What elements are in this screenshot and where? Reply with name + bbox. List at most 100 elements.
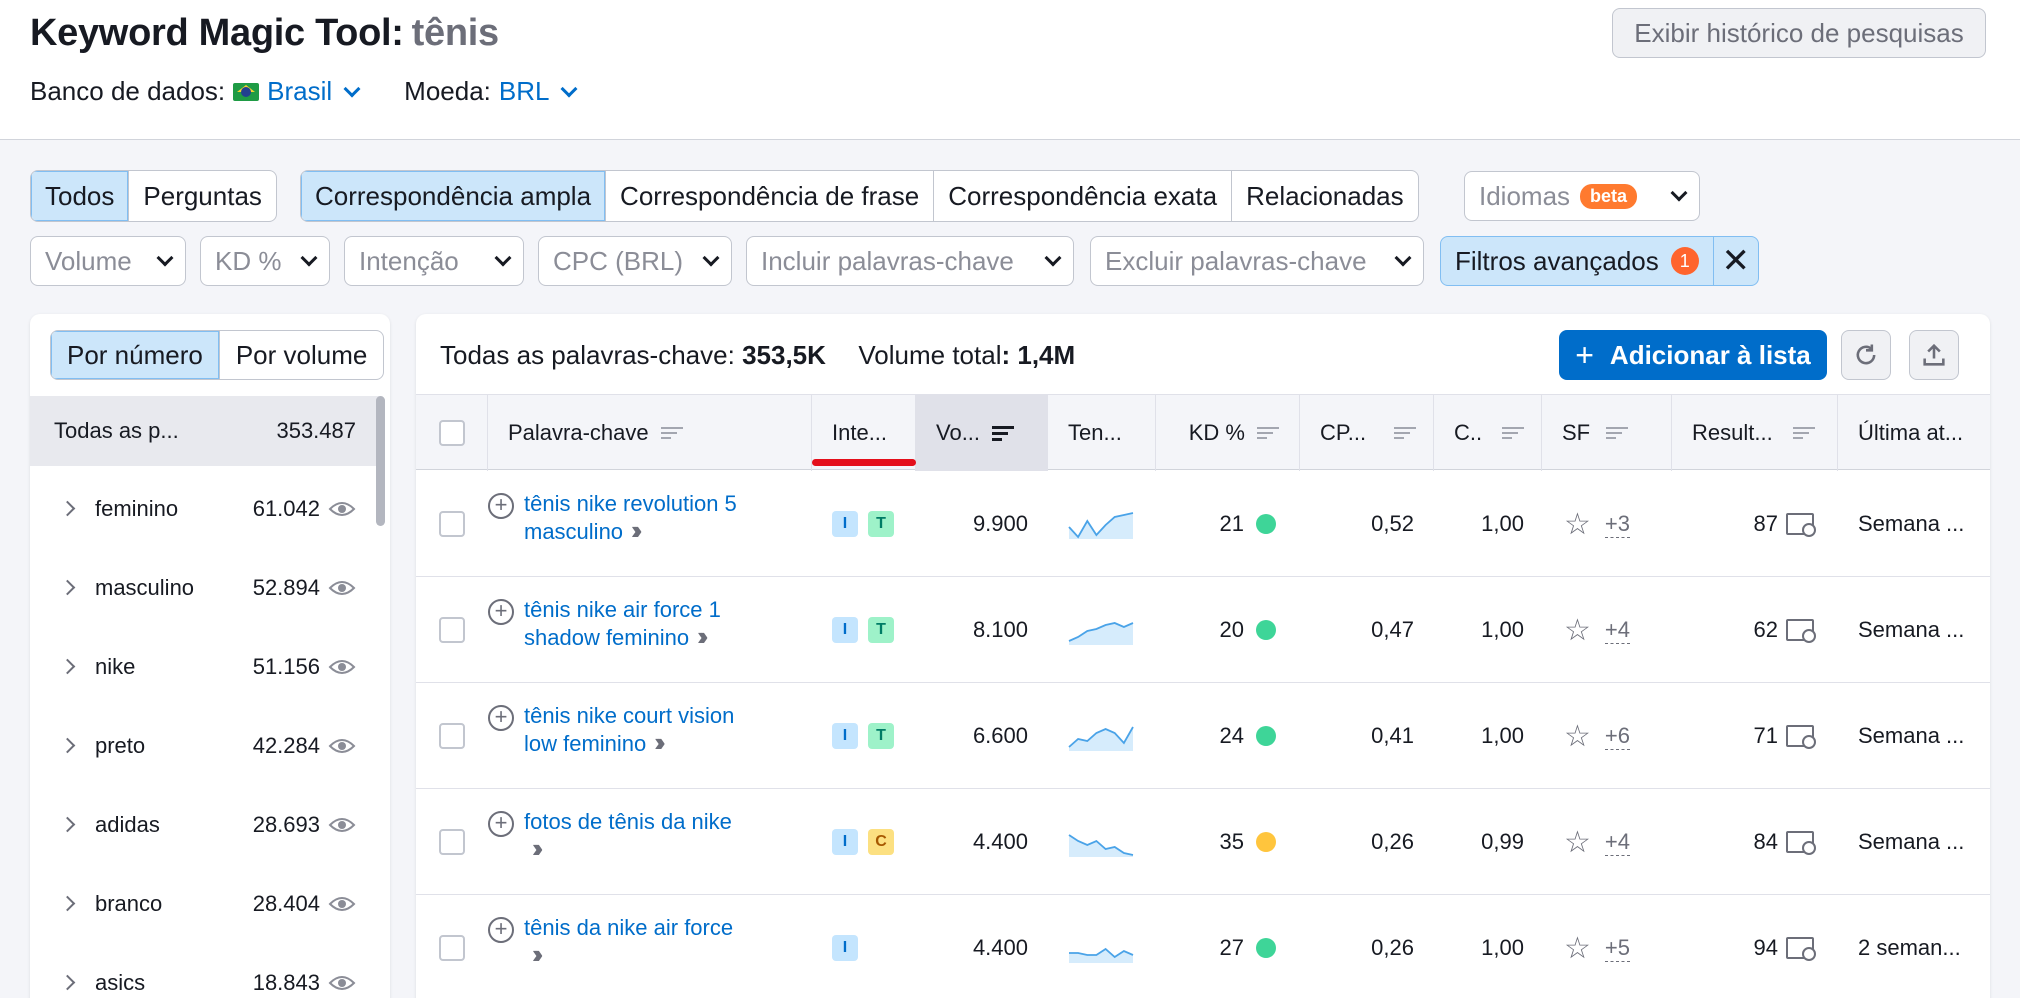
intent-filter[interactable]: Intenção [344,236,524,286]
tab-all[interactable]: Todos [31,171,130,221]
col-trend[interactable]: Ten... [1048,395,1156,471]
history-button[interactable]: Exibir histórico de pesquisas [1612,8,1986,58]
sort-by-volume[interactable]: Por volume [220,331,383,379]
serp-preview-icon[interactable] [1786,831,1816,855]
tab-questions[interactable]: Perguntas [129,171,276,221]
cpc-filter[interactable]: CPC (BRL) [538,236,732,286]
add-keyword-plus-icon[interactable]: + [488,705,514,731]
tab-broad-match[interactable]: Correspondência ampla [301,171,607,221]
col-last-update[interactable]: Última at... [1838,395,1990,471]
kd-filter[interactable]: KD % [200,236,330,286]
col-competition[interactable]: C.. [1434,395,1542,471]
group-item[interactable]: asics 18.843 [30,943,380,998]
row-select-cell [416,789,488,895]
star-icon[interactable]: ☆ [1564,507,1591,542]
add-keyword-plus-icon[interactable]: + [488,493,514,519]
group-item[interactable]: adidas 28.693 [30,785,380,864]
db-select[interactable]: Brasil [267,76,361,107]
sf-more[interactable]: +5 [1604,935,1630,962]
col-sf[interactable]: SF [1542,395,1672,471]
row-checkbox[interactable] [439,935,465,961]
eye-icon[interactable] [328,816,356,834]
chevron-right-icon[interactable] [59,500,76,517]
groups-scrollbar[interactable] [376,396,385,526]
keyword-link[interactable]: tênis nike air force 1 shadow feminino ›› [524,597,721,651]
chevron-right-icon[interactable] [59,816,76,833]
group-item[interactable]: preto 42.284 [30,706,380,785]
chevron-right-icon[interactable] [59,974,76,991]
sort-by-number[interactable]: Por número [51,331,220,379]
double-chevron-icon[interactable]: ›› [532,833,544,863]
advanced-filters-button[interactable]: Filtros avançados 1 [1441,237,1714,285]
select-all-checkbox[interactable] [438,420,465,446]
keyword-link[interactable]: tênis nike revolution 5 masculino ›› [524,491,737,545]
star-icon[interactable]: ☆ [1564,613,1591,648]
chevron-right-icon[interactable] [59,658,76,675]
row-checkbox[interactable] [439,723,465,749]
add-to-list-button[interactable]: + Adicionar à lista [1559,330,1827,380]
col-keyword[interactable]: Palavra-chave [488,395,812,471]
row-checkbox[interactable] [439,511,465,537]
star-icon[interactable]: ☆ [1564,825,1591,860]
tab-exact-match[interactable]: Correspondência exata [934,171,1233,221]
eye-icon[interactable] [328,579,356,597]
col-results[interactable]: Result... [1672,395,1838,471]
export-button[interactable] [1909,330,1959,380]
exclude-keywords-filter[interactable]: Excluir palavras-chave [1090,236,1424,286]
clear-filters-close-icon[interactable]: ✕ [1714,237,1758,285]
group-item[interactable]: masculino 52.894 [30,548,380,627]
eye-icon[interactable] [328,658,356,676]
add-keyword-plus-icon[interactable]: + [488,917,514,943]
serp-preview-icon[interactable] [1786,513,1816,537]
add-keyword-plus-icon[interactable]: + [488,811,514,837]
serp-preview-icon[interactable] [1786,725,1816,749]
page-title: Keyword Magic Tool: tênis [30,12,499,55]
eye-icon[interactable] [328,500,356,518]
keyword-link[interactable]: tênis da nike air force ›› [524,915,733,969]
double-chevron-icon[interactable]: ›› [697,621,709,651]
col-keyword-label: Palavra-chave [508,420,649,445]
serp-preview-icon[interactable] [1786,619,1816,643]
group-count: 42.284 [252,732,320,758]
keyword-link[interactable]: tênis nike court vision low feminino ›› [524,703,734,757]
db-value: Brasil [267,76,333,106]
sf-more[interactable]: +4 [1604,617,1630,644]
add-keyword-plus-icon[interactable]: + [488,599,514,625]
chevron-right-icon[interactable] [59,895,76,912]
sf-more[interactable]: +3 [1604,511,1630,538]
tab-related[interactable]: Relacionadas [1232,171,1418,221]
chevron-right-icon[interactable] [59,737,76,754]
col-cpc[interactable]: CP... [1300,395,1434,471]
keyword-link[interactable]: fotos de tênis da nike ›› [524,809,732,863]
row-checkbox[interactable] [439,829,465,855]
group-item[interactable]: nike 51.156 [30,627,380,706]
col-kd[interactable]: KD % [1156,395,1300,471]
volume-filter[interactable]: Volume [30,236,186,286]
cpc-cell: 0,26 [1371,935,1414,960]
group-all[interactable]: Todas as p... 353.487 [30,396,380,466]
refresh-button[interactable] [1841,330,1891,380]
all-keywords-label: Todas as palavras-chave: [440,340,735,370]
volume-cell: 8.100 [972,617,1028,642]
double-chevron-icon[interactable]: ›› [532,939,544,969]
eye-icon[interactable] [328,737,356,755]
col-volume[interactable]: Vo... [916,395,1048,471]
include-keywords-filter[interactable]: Incluir palavras-chave [746,236,1074,286]
sf-more[interactable]: +4 [1604,829,1630,856]
group-item[interactable]: branco 28.404 [30,864,380,943]
serp-preview-icon[interactable] [1786,937,1816,961]
chevron-right-icon[interactable] [59,579,76,596]
sf-more[interactable]: +6 [1604,723,1630,750]
star-icon[interactable]: ☆ [1564,719,1591,754]
row-checkbox[interactable] [439,617,465,643]
languages-dropdown[interactable]: Idiomas beta [1464,171,1700,221]
eye-icon[interactable] [328,974,356,992]
currency-select[interactable]: BRL [498,76,578,107]
star-icon[interactable]: ☆ [1564,931,1591,966]
double-chevron-icon[interactable]: ›› [631,515,643,545]
group-item[interactable]: feminino 61.042 [30,469,380,548]
tab-phrase-match[interactable]: Correspondência de frase [606,171,935,221]
eye-icon[interactable] [328,895,356,913]
double-chevron-icon[interactable]: ›› [654,727,666,757]
currency-value: BRL [498,76,550,106]
